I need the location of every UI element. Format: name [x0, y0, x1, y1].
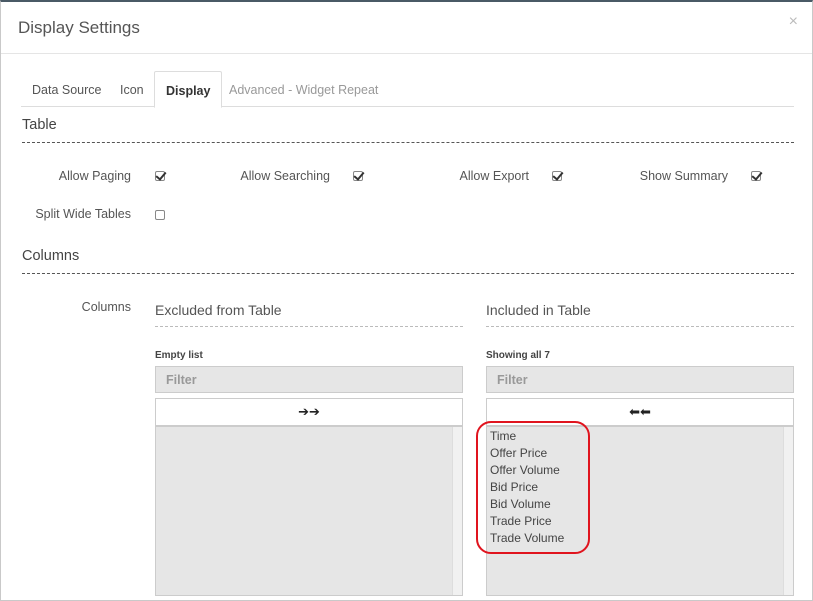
tab-display[interactable]: Display [154, 71, 223, 108]
columns-field-label: Columns [81, 300, 131, 314]
close-icon[interactable]: × [789, 13, 798, 31]
move-all-right-button[interactable]: ➔➔ [155, 398, 463, 426]
table-section-divider [22, 142, 794, 143]
included-filter-input[interactable]: Filter [486, 366, 794, 393]
included-listbox[interactable]: Time Offer Price Offer Volume Bid Price … [486, 426, 794, 596]
columns-section-title: Columns [22, 248, 80, 264]
excluded-filter-input[interactable]: Filter [155, 366, 463, 393]
excluded-divider [155, 326, 463, 327]
excluded-header: Excluded from Table [155, 302, 282, 318]
tab-icon[interactable]: Icon [109, 71, 155, 107]
list-item[interactable]: Offer Volume [487, 462, 793, 479]
display-settings-modal: Display Settings × Data Source Icon Disp… [0, 0, 813, 601]
list-item[interactable]: Trade Price [487, 513, 793, 530]
list-item[interactable]: Offer Price [487, 445, 793, 462]
included-info: Showing all 7 [486, 350, 550, 361]
move-all-left-button[interactable]: ⬅⬅ [486, 398, 794, 426]
tab-bar: Data Source Icon Display Advanced - Widg… [21, 71, 794, 108]
allow-searching-checkbox[interactable] [353, 171, 363, 181]
included-scrollbar[interactable] [783, 427, 793, 595]
show-summary-checkbox[interactable] [751, 171, 761, 181]
list-item[interactable]: Trade Volume [487, 530, 793, 547]
allow-searching-label: Allow Searching [240, 169, 330, 183]
table-section-title: Table [22, 117, 57, 133]
excluded-scrollbar[interactable] [452, 427, 462, 595]
included-header: Included in Table [486, 302, 591, 318]
tab-advanced-widget-repeat[interactable]: Advanced - Widget Repeat [218, 71, 389, 107]
modal-header: Display Settings × [1, 2, 812, 54]
allow-paging-label: Allow Paging [58, 169, 131, 183]
show-summary-label: Show Summary [639, 169, 728, 183]
list-item[interactable]: Bid Price [487, 479, 793, 496]
included-divider [486, 326, 794, 327]
allow-export-label: Allow Export [459, 169, 529, 183]
list-item[interactable]: Time [487, 428, 793, 445]
modal-title: Display Settings [18, 18, 140, 37]
allow-export-checkbox[interactable] [552, 171, 562, 181]
excluded-listbox[interactable] [155, 426, 463, 596]
allow-paging-checkbox[interactable] [155, 171, 165, 181]
split-wide-tables-checkbox[interactable] [155, 210, 165, 220]
tab-data-source[interactable]: Data Source [21, 71, 112, 107]
split-wide-tables-label: Split Wide Tables [35, 207, 131, 221]
columns-section-divider [22, 273, 794, 274]
list-item[interactable]: Bid Volume [487, 496, 793, 513]
excluded-info: Empty list [155, 350, 203, 361]
